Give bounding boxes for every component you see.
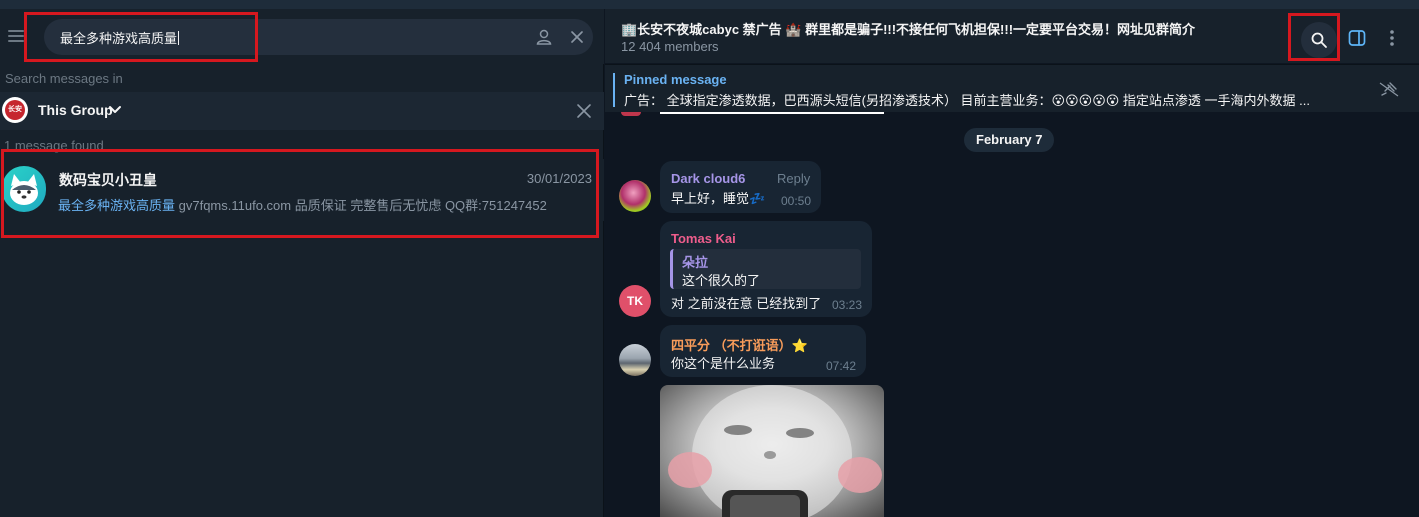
pinned-text: 广告： 全球指定渗透数据，巴西源头短信(另招渗透技术） 目前主营业务：😮😮😮😮😮… <box>624 93 1310 108</box>
search-query-text[interactable]: 最全多种游戏高质量 <box>60 28 179 47</box>
results-count: 1 message found <box>4 138 104 153</box>
user-icon[interactable] <box>535 28 553 46</box>
avatar[interactable]: TK <box>619 285 651 317</box>
message-bubble[interactable]: Tomas Kai 朵拉 这个很久的了 对 之前没在意 已经找到了 03:23 <box>660 221 872 317</box>
search-input[interactable]: 最全多种游戏高质量 <box>44 19 593 55</box>
close-icon[interactable] <box>576 103 592 119</box>
chevron-down-icon[interactable] <box>108 104 122 116</box>
message-sender[interactable]: 四平分 （不打诳语）⭐ <box>671 335 808 354</box>
result-snippet: 最全多种游戏高质量 gv7fqms.11ufo.com 品质保证 完整售后无忧虑… <box>58 195 547 214</box>
unpin-icon[interactable] <box>1377 79 1401 97</box>
scope-group-name[interactable]: This Group <box>38 102 113 118</box>
message-bubble[interactable]: Dark cloud6 Reply 早上好，睡觉💤 00:50 <box>660 161 821 213</box>
message-time: 07:42 <box>826 359 857 373</box>
window-top-strip <box>0 0 1419 9</box>
avatar[interactable] <box>619 180 651 212</box>
message-time: 00:50 <box>781 194 812 208</box>
message-text: 早上好，睡觉💤 <box>671 191 766 206</box>
message-text: 你这个是什么业务 <box>671 356 776 371</box>
reply-quote[interactable]: 朵拉 这个很久的了 <box>670 249 861 289</box>
result-date: 30/01/2023 <box>526 171 592 186</box>
pinned-message-bar[interactable]: Pinned message 广告： 全球指定渗透数据，巴西源头短信(另招渗透技… <box>605 64 1419 112</box>
search-icon <box>1311 32 1327 48</box>
quote-text: 这个很久的了 <box>682 273 761 288</box>
group-avatar: 长安 <box>2 97 28 123</box>
chat-header[interactable]: 🏢长安不夜城cabyc 禁广告 🏰 群里都是骗子!!!不接任何飞机担保!!!一定… <box>605 9 1419 63</box>
message-sender[interactable]: Tomas Kai <box>671 231 736 246</box>
message-sender[interactable]: Dark cloud6 <box>671 171 745 186</box>
search-button[interactable] <box>1301 22 1337 58</box>
more-vertical-icon[interactable] <box>1385 28 1399 48</box>
chat-pane: 🏢长安不夜城cabyc 禁广告 🏰 群里都是骗子!!!不接任何飞机担保!!!一定… <box>605 0 1419 517</box>
pinned-indicator <box>613 73 615 107</box>
message-time: 03:23 <box>832 298 863 312</box>
close-icon[interactable] <box>568 28 586 46</box>
avatar <box>2 166 46 212</box>
quote-author: 朵拉 <box>682 255 709 270</box>
photo-message[interactable] <box>660 385 884 517</box>
menu-icon[interactable] <box>8 30 24 42</box>
date-separator: February 7 <box>964 128 1055 152</box>
message-bubble[interactable]: 四平分 （不打诳语）⭐ 你这个是什么业务 07:42 <box>660 325 866 377</box>
member-count: 12 404 members <box>621 39 719 54</box>
pinned-label: Pinned message <box>624 72 727 87</box>
result-sender-name: 数码宝贝小丑皇 <box>59 172 157 188</box>
search-sidebar: 最全多种游戏高质量 Search messages in 长安 This Gro… <box>0 0 604 517</box>
chat-title[interactable]: 🏢长安不夜城cabyc 禁广告 🏰 群里都是骗子!!!不接任何飞机担保!!!一定… <box>621 19 1195 38</box>
message-text: 对 之前没在意 已经找到了 <box>671 296 822 311</box>
snippet-text: gv7fqms.11ufo.com 品质保证 完整售后无忧虑 QQ群:75124… <box>175 198 547 213</box>
snippet-highlight: 最全多种游戏高质量 <box>58 198 176 213</box>
avatar <box>621 112 641 116</box>
meme-face-image <box>668 385 882 517</box>
avatar[interactable] <box>619 344 651 376</box>
search-scope-label: Search messages in <box>5 71 123 86</box>
reply-link[interactable]: Reply <box>777 171 810 186</box>
sidebar-toggle-icon[interactable] <box>1348 29 1366 47</box>
previous-message-edge <box>660 112 884 117</box>
